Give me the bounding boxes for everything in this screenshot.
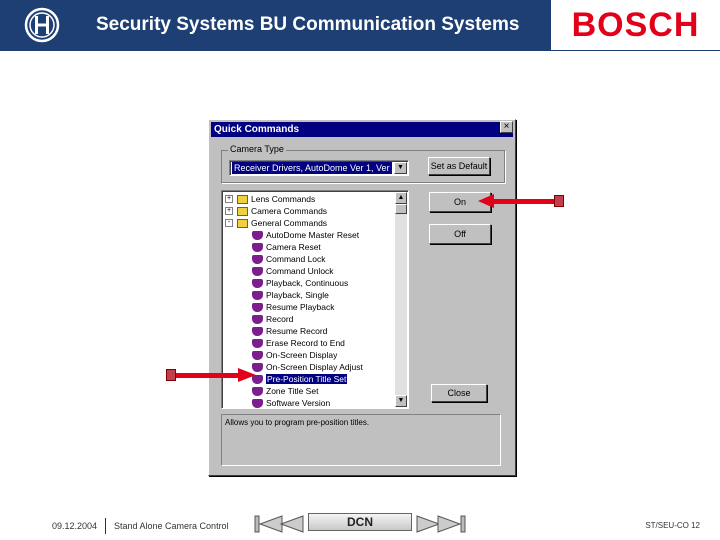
arrow-to-selected-item [166, 368, 256, 382]
tree-item-label: Software Version [266, 398, 331, 408]
tree-item[interactable]: Erase Record to End [252, 337, 345, 349]
tree-item-label: Command Lock [266, 254, 326, 264]
tree-item-label: Command Unlock [266, 266, 334, 276]
first-slide-icon[interactable] [254, 514, 304, 534]
tree-item[interactable]: Playback, Single [252, 289, 329, 301]
tree-item[interactable]: Command Unlock [252, 265, 334, 277]
close-button[interactable]: Close [431, 384, 487, 402]
scroll-down-icon[interactable]: ▼ [395, 395, 407, 407]
chevron-down-icon[interactable]: ▼ [394, 162, 407, 174]
camera-icon [252, 231, 263, 241]
tree-item-label: Camera Reset [266, 242, 321, 252]
camera-icon [252, 399, 263, 408]
camera-icon [252, 255, 263, 265]
camera-icon [252, 243, 263, 253]
tree-item[interactable]: Camera Reset [252, 241, 321, 253]
close-icon[interactable]: × [500, 121, 513, 133]
off-button[interactable]: Off [429, 224, 491, 244]
tree-item[interactable]: Playback, Continuous [252, 277, 348, 289]
camera-icon [252, 315, 263, 325]
tree-item-label: Record [266, 314, 294, 324]
footer-page-number: ST/SEU-CO 12 [645, 521, 700, 530]
scroll-up-icon[interactable]: ▲ [395, 192, 407, 204]
tree-item-label: General Commands [251, 218, 328, 228]
tree-item-label: Zone Title Set [266, 386, 319, 396]
footer-date: 09.12.2004 [52, 521, 98, 531]
folder-icon [237, 207, 248, 217]
dcn-label: DCN [308, 513, 412, 531]
camera-icon [252, 351, 263, 361]
next-slide-icon[interactable] [416, 514, 468, 534]
tree-item[interactable]: Resume Playback [252, 301, 335, 313]
arrow-to-on-button [478, 194, 566, 208]
footer-divider [105, 518, 106, 534]
tree-expander-icon[interactable]: - [225, 219, 233, 227]
brand-wordmark: BOSCH [551, 0, 720, 50]
tree-item-label: On-Screen Display Adjust [266, 362, 363, 372]
tree-item-label: Playback, Continuous [266, 278, 349, 288]
tree-item[interactable]: Zone Title Set [252, 385, 318, 397]
tree-item-label: Camera Commands [251, 206, 328, 216]
quick-commands-dialog: Quick Commands × Camera Type Receiver Dr… [208, 119, 516, 476]
tree-item-label: Resume Playback [266, 302, 335, 312]
tree-item-label: Lens Commands [251, 194, 316, 204]
camera-icon [252, 339, 263, 349]
tree-item[interactable]: Command Lock [252, 253, 326, 265]
header-rule [0, 50, 720, 51]
tree-expander-icon[interactable]: + [225, 207, 233, 215]
bosch-logo [0, 0, 84, 50]
folder-icon [237, 195, 248, 205]
tree-item-label: Erase Record to End [266, 338, 345, 348]
tree-item-label: Pre-Position Title Set [266, 374, 348, 384]
tree-item[interactable]: Camera Commands [237, 205, 327, 217]
folder-icon [237, 219, 248, 229]
tree-item[interactable]: Lens Commands [237, 193, 315, 205]
command-description: Allows you to program pre-position title… [221, 414, 501, 466]
camera-icon [252, 291, 263, 301]
camera-icon [252, 267, 263, 277]
header-title: Security Systems BU Communication System… [84, 0, 551, 50]
tree-item-label: Resume Record [266, 326, 328, 336]
tree-item[interactable]: Pre-Position Title Set [252, 373, 348, 385]
tree-item[interactable]: AutoDome Master Reset [252, 229, 359, 241]
tree-item[interactable]: On-Screen Display Adjust [252, 361, 363, 373]
tree-item[interactable]: General Commands [237, 217, 327, 229]
footer-doc-title: Stand Alone Camera Control [114, 521, 229, 531]
camera-type-group: Camera Type Receiver Drivers, AutoDome V… [221, 144, 505, 183]
tree-item-label: Playback, Single [266, 290, 329, 300]
tree-item-label: On-Screen Display [266, 350, 338, 360]
tree-scrollbar[interactable]: ▲ ▼ [395, 192, 407, 407]
set-as-default-button[interactable]: Set as Default [428, 157, 490, 175]
tree-item[interactable]: Record [252, 313, 293, 325]
camera-icon [252, 279, 263, 289]
slide-header: Security Systems BU Communication System… [0, 0, 720, 51]
camera-icon [252, 327, 263, 337]
dialog-title: Quick Commands [211, 122, 513, 137]
tree-item[interactable]: Resume Record [252, 325, 327, 337]
bosch-armature-icon [24, 7, 60, 43]
camera-type-value: Receiver Drivers, AutoDome Ver 1, Ver 2,… [232, 162, 392, 174]
tree-item-label: AutoDome Master Reset [266, 230, 360, 240]
tree-item[interactable]: Software Version [252, 397, 331, 408]
camera-type-select[interactable]: Receiver Drivers, AutoDome Ver 1, Ver 2,… [229, 160, 409, 176]
camera-type-label: Camera Type [228, 144, 286, 154]
slide-footer: 09.12.2004 Stand Alone Camera Control DC… [0, 512, 720, 540]
camera-icon [252, 387, 263, 397]
scroll-thumb[interactable] [395, 204, 407, 214]
tree-expander-icon[interactable]: + [225, 195, 233, 203]
camera-icon [252, 303, 263, 313]
tree-item[interactable]: On-Screen Display [252, 349, 337, 361]
